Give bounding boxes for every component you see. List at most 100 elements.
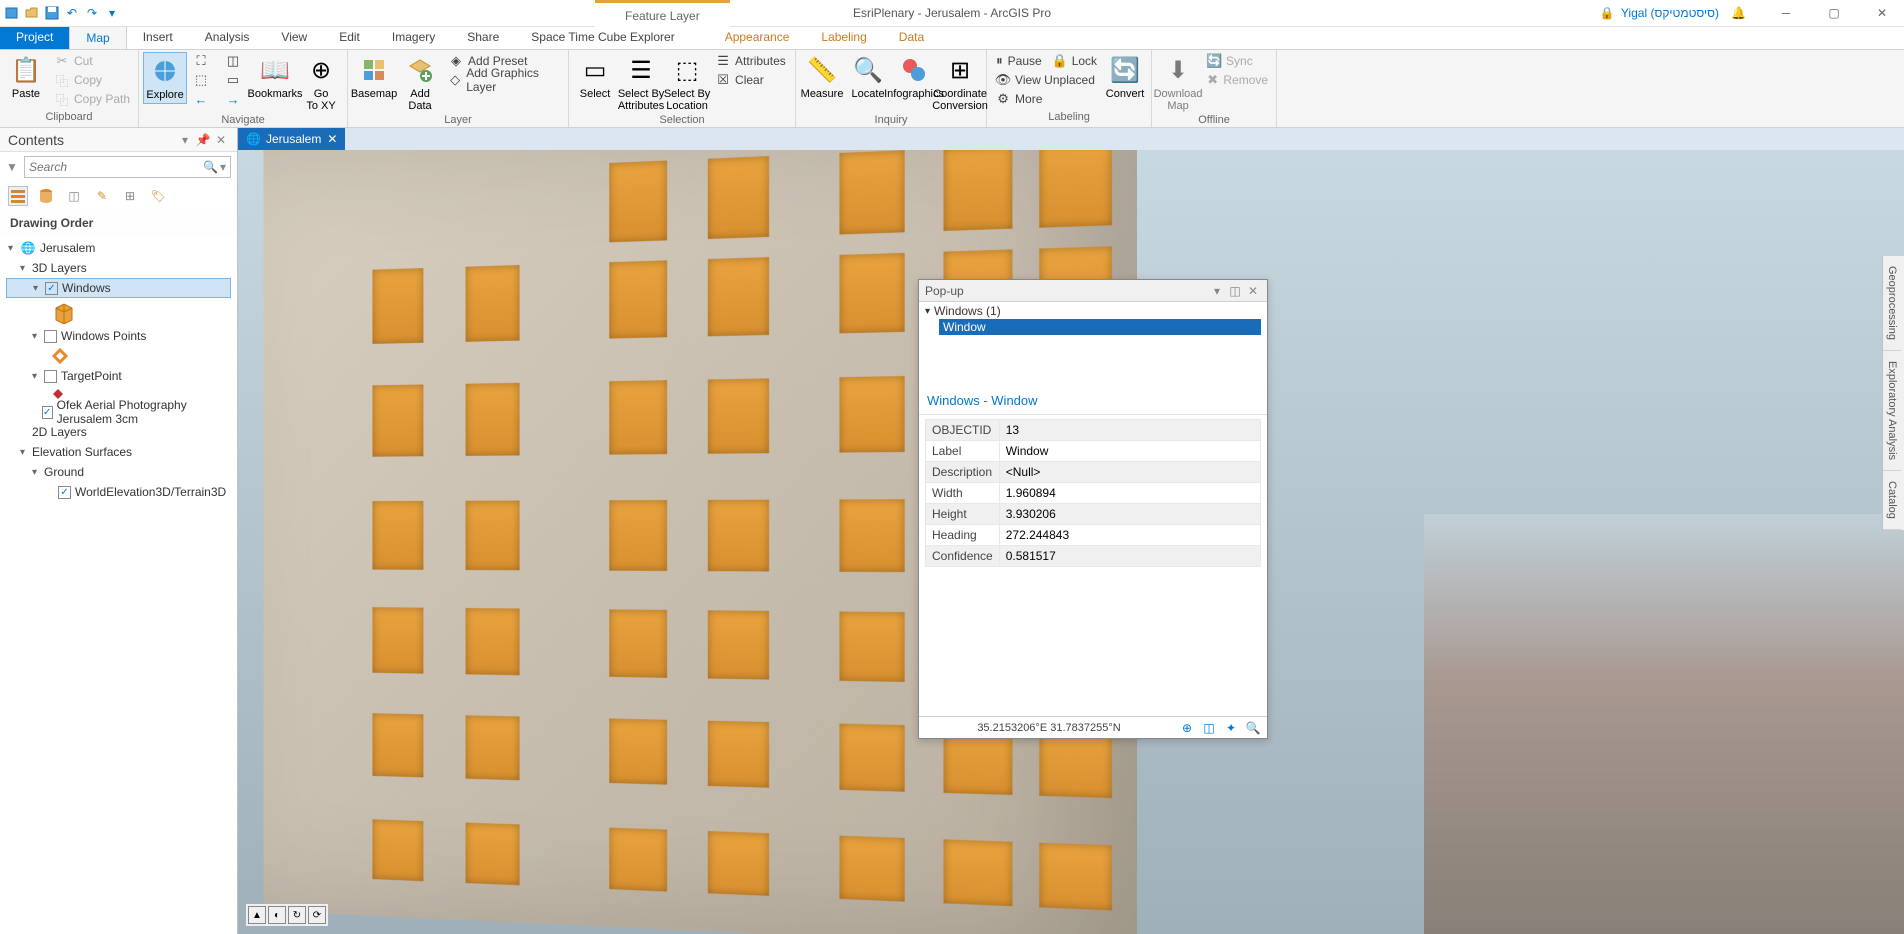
attributes-button[interactable]: ☰Attributes	[711, 52, 791, 70]
detected-window[interactable]	[609, 609, 667, 677]
popup-dock-icon[interactable]: ◫	[1227, 283, 1243, 299]
tab-project[interactable]: Project	[0, 26, 69, 49]
detected-window[interactable]	[372, 819, 423, 881]
measure-button[interactable]: 📏Measure	[800, 52, 844, 102]
world-elev-item[interactable]: ▾ ✓ WorldElevation3D/Terrain3D	[6, 482, 231, 502]
detected-window[interactable]	[466, 715, 520, 780]
toc-tab-editing[interactable]: ✎	[92, 186, 112, 206]
redo-icon[interactable]: ↷	[84, 5, 100, 21]
detected-window[interactable]	[708, 156, 769, 239]
select-attr-button[interactable]: ☰Select By Attributes	[619, 52, 663, 114]
layer-checkbox[interactable]	[44, 330, 57, 343]
detected-window[interactable]	[609, 160, 667, 242]
detected-window[interactable]	[708, 378, 769, 453]
detected-window[interactable]	[839, 612, 904, 682]
detected-window[interactable]	[1039, 150, 1112, 228]
zoom-layer-button[interactable]: ⬚	[189, 71, 219, 89]
coord-conv-button[interactable]: ⊞Coordinate Conversion	[938, 52, 982, 114]
notifications-icon[interactable]: 🔔	[1731, 6, 1746, 20]
expand-icon[interactable]: ▾	[20, 447, 32, 458]
detected-window[interactable]	[708, 831, 769, 896]
detected-window[interactable]	[839, 836, 904, 902]
open-project-icon[interactable]	[24, 5, 40, 21]
nav-north-button[interactable]: ▲	[248, 906, 266, 924]
layer-checkbox[interactable]	[44, 370, 57, 383]
detected-window[interactable]	[1039, 843, 1112, 911]
detected-window[interactable]	[943, 839, 1012, 906]
detected-window[interactable]	[372, 384, 423, 456]
copy-path-button[interactable]: ⿻Copy Path	[50, 90, 134, 108]
layer-checkbox[interactable]: ✓	[45, 282, 58, 295]
layer-windows[interactable]: ▾ ✓ Windows	[6, 278, 231, 298]
tab-labeling[interactable]: Labeling	[805, 26, 882, 49]
detected-window[interactable]	[708, 721, 769, 788]
infographics-button[interactable]: Infographics	[892, 52, 936, 102]
popup-zoom-icon[interactable]: ⊕	[1179, 720, 1195, 736]
fixed-zoom-button[interactable]: ▭	[221, 71, 251, 89]
layer-ofek[interactable]: ▾ ✓ Ofek Aerial Photography Jerusalem 3c…	[6, 402, 231, 422]
view-unplaced-button[interactable]: 👁View Unplaced	[991, 71, 1101, 89]
layer-windows-points[interactable]: ▾ Windows Points	[6, 326, 231, 346]
search-icon[interactable]: 🔍	[203, 160, 218, 174]
detected-window[interactable]	[609, 828, 667, 892]
detected-window[interactable]	[839, 150, 904, 234]
detected-window[interactable]	[466, 383, 520, 456]
search-box[interactable]: 🔍 ▾	[24, 156, 231, 178]
detected-window[interactable]	[372, 713, 423, 777]
nav-tilt-button[interactable]: ◐	[268, 906, 286, 924]
toc-tab-labeling[interactable]: 🏷	[148, 186, 168, 206]
tab-data[interactable]: Data	[883, 26, 940, 49]
popup-feature-group[interactable]: ▾Windows (1)	[925, 304, 1261, 318]
detected-window[interactable]	[943, 150, 1012, 231]
layer-checkbox[interactable]: ✓	[42, 406, 53, 419]
tab-share[interactable]: Share	[451, 26, 515, 49]
qat-customize-icon[interactable]: ▾	[104, 5, 120, 21]
toc-tab-snapping[interactable]: ⊞	[120, 186, 140, 206]
expand-icon[interactable]: ▾	[32, 467, 44, 478]
detected-window[interactable]	[708, 610, 769, 679]
pause-button[interactable]: ⏸Pause🔒Lock	[991, 52, 1101, 70]
contents-pin-icon[interactable]: 📌	[195, 132, 211, 148]
ground-item[interactable]: ▾ Ground	[6, 462, 231, 482]
detected-window[interactable]	[839, 376, 904, 453]
detected-window[interactable]	[372, 501, 423, 570]
toc-tab-selection[interactable]: ◫	[64, 186, 84, 206]
nav-rotate-button[interactable]: ↻	[288, 906, 306, 924]
detected-window[interactable]	[609, 718, 667, 784]
minimize-button[interactable]: ─	[1768, 0, 1804, 27]
detected-window[interactable]	[466, 823, 520, 886]
detected-window[interactable]	[839, 253, 904, 334]
more-button[interactable]: ⚙More	[991, 90, 1101, 108]
group-3d-layers[interactable]: ▾ 3D Layers	[6, 258, 231, 278]
explore-button[interactable]: Explore	[143, 52, 187, 104]
detected-window[interactable]	[609, 500, 667, 571]
new-project-icon[interactable]	[4, 5, 20, 21]
select-loc-button[interactable]: ⬚Select By Location	[665, 52, 709, 114]
detected-window[interactable]	[372, 268, 423, 344]
detected-window[interactable]	[466, 501, 520, 571]
tab-imagery[interactable]: Imagery	[376, 26, 451, 49]
basemap-button[interactable]: Basemap	[352, 52, 396, 102]
undo-icon[interactable]: ↶	[64, 5, 80, 21]
close-button[interactable]: ✕	[1864, 0, 1900, 27]
gotoxy-button[interactable]: ⊕ Go To XY	[299, 52, 343, 114]
collapse-icon[interactable]: ▾	[925, 306, 930, 317]
tab-insert[interactable]: Insert	[127, 26, 189, 49]
tab-analysis[interactable]: Analysis	[189, 26, 266, 49]
add-graphics-button[interactable]: ◇Add Graphics Layer	[444, 71, 564, 89]
detected-window[interactable]	[839, 724, 904, 792]
map-tab-close-icon[interactable]: ✕	[327, 132, 337, 146]
detected-window[interactable]	[609, 260, 667, 338]
contents-menu-icon[interactable]: ▾	[177, 132, 193, 148]
detected-window[interactable]	[708, 257, 769, 336]
tab-appearance[interactable]: Appearance	[709, 26, 806, 49]
expand-icon[interactable]: ▾	[32, 371, 44, 382]
convert-button[interactable]: 🔄Convert	[1103, 52, 1147, 102]
zoom-full-button[interactable]: ⛶	[189, 52, 219, 70]
detected-window[interactable]	[609, 380, 667, 454]
side-tab-exploratory[interactable]: Exploratory Analysis	[1883, 351, 1901, 471]
select-button[interactable]: ▭Select	[573, 52, 617, 102]
add-data-button[interactable]: Add Data	[398, 52, 442, 114]
search-input[interactable]	[29, 160, 203, 174]
popup-selected-feature[interactable]: Window	[939, 319, 1261, 335]
